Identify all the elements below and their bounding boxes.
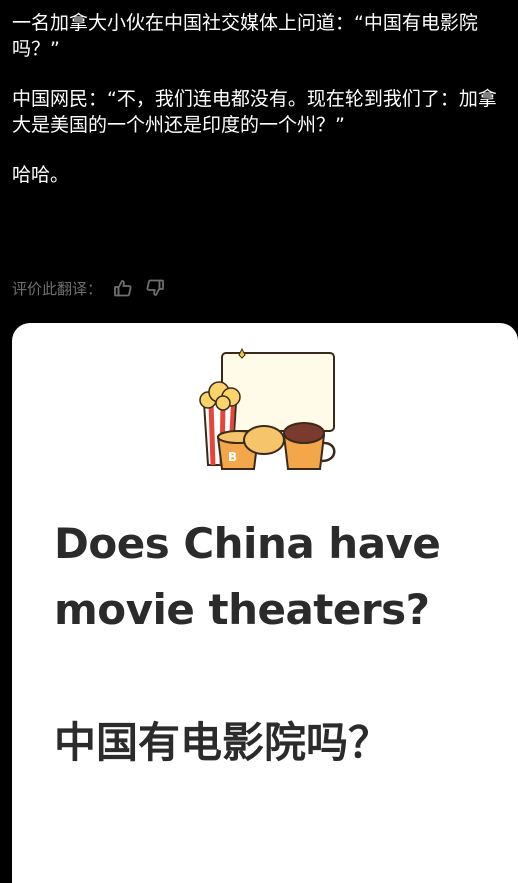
- svg-text:B: B: [228, 450, 237, 464]
- rate-translation-label: 评价此翻译：: [12, 279, 103, 298]
- thumbs-up-icon[interactable]: [112, 277, 134, 299]
- card-title-english: Does China have movie theaters?: [54, 519, 441, 634]
- rate-translation-row: 评价此翻译：: [12, 277, 166, 299]
- card-title-chinese: 中国有电影院吗？: [54, 718, 391, 767]
- translated-post: 一名加拿大小伙在中国社交媒体上问道：“中国有电影院吗？” 中国网民：“不，我们连…: [12, 10, 508, 212]
- post-paragraph-3: 哈哈。: [12, 164, 70, 186]
- popcorn-and-drinks-illustration: B: [192, 345, 352, 475]
- translation-card: B Does China have movie theaters? 中国有电影院…: [12, 323, 518, 883]
- post-paragraph-2: 中国网民：“不，我们连电都没有。现在轮到我们了：加拿大是美国的一个州还是印度的一…: [12, 88, 497, 136]
- post-paragraph-1: 一名加拿大小伙在中国社交媒体上问道：“中国有电影院吗？”: [12, 12, 478, 60]
- thumbs-down-icon[interactable]: [144, 277, 166, 299]
